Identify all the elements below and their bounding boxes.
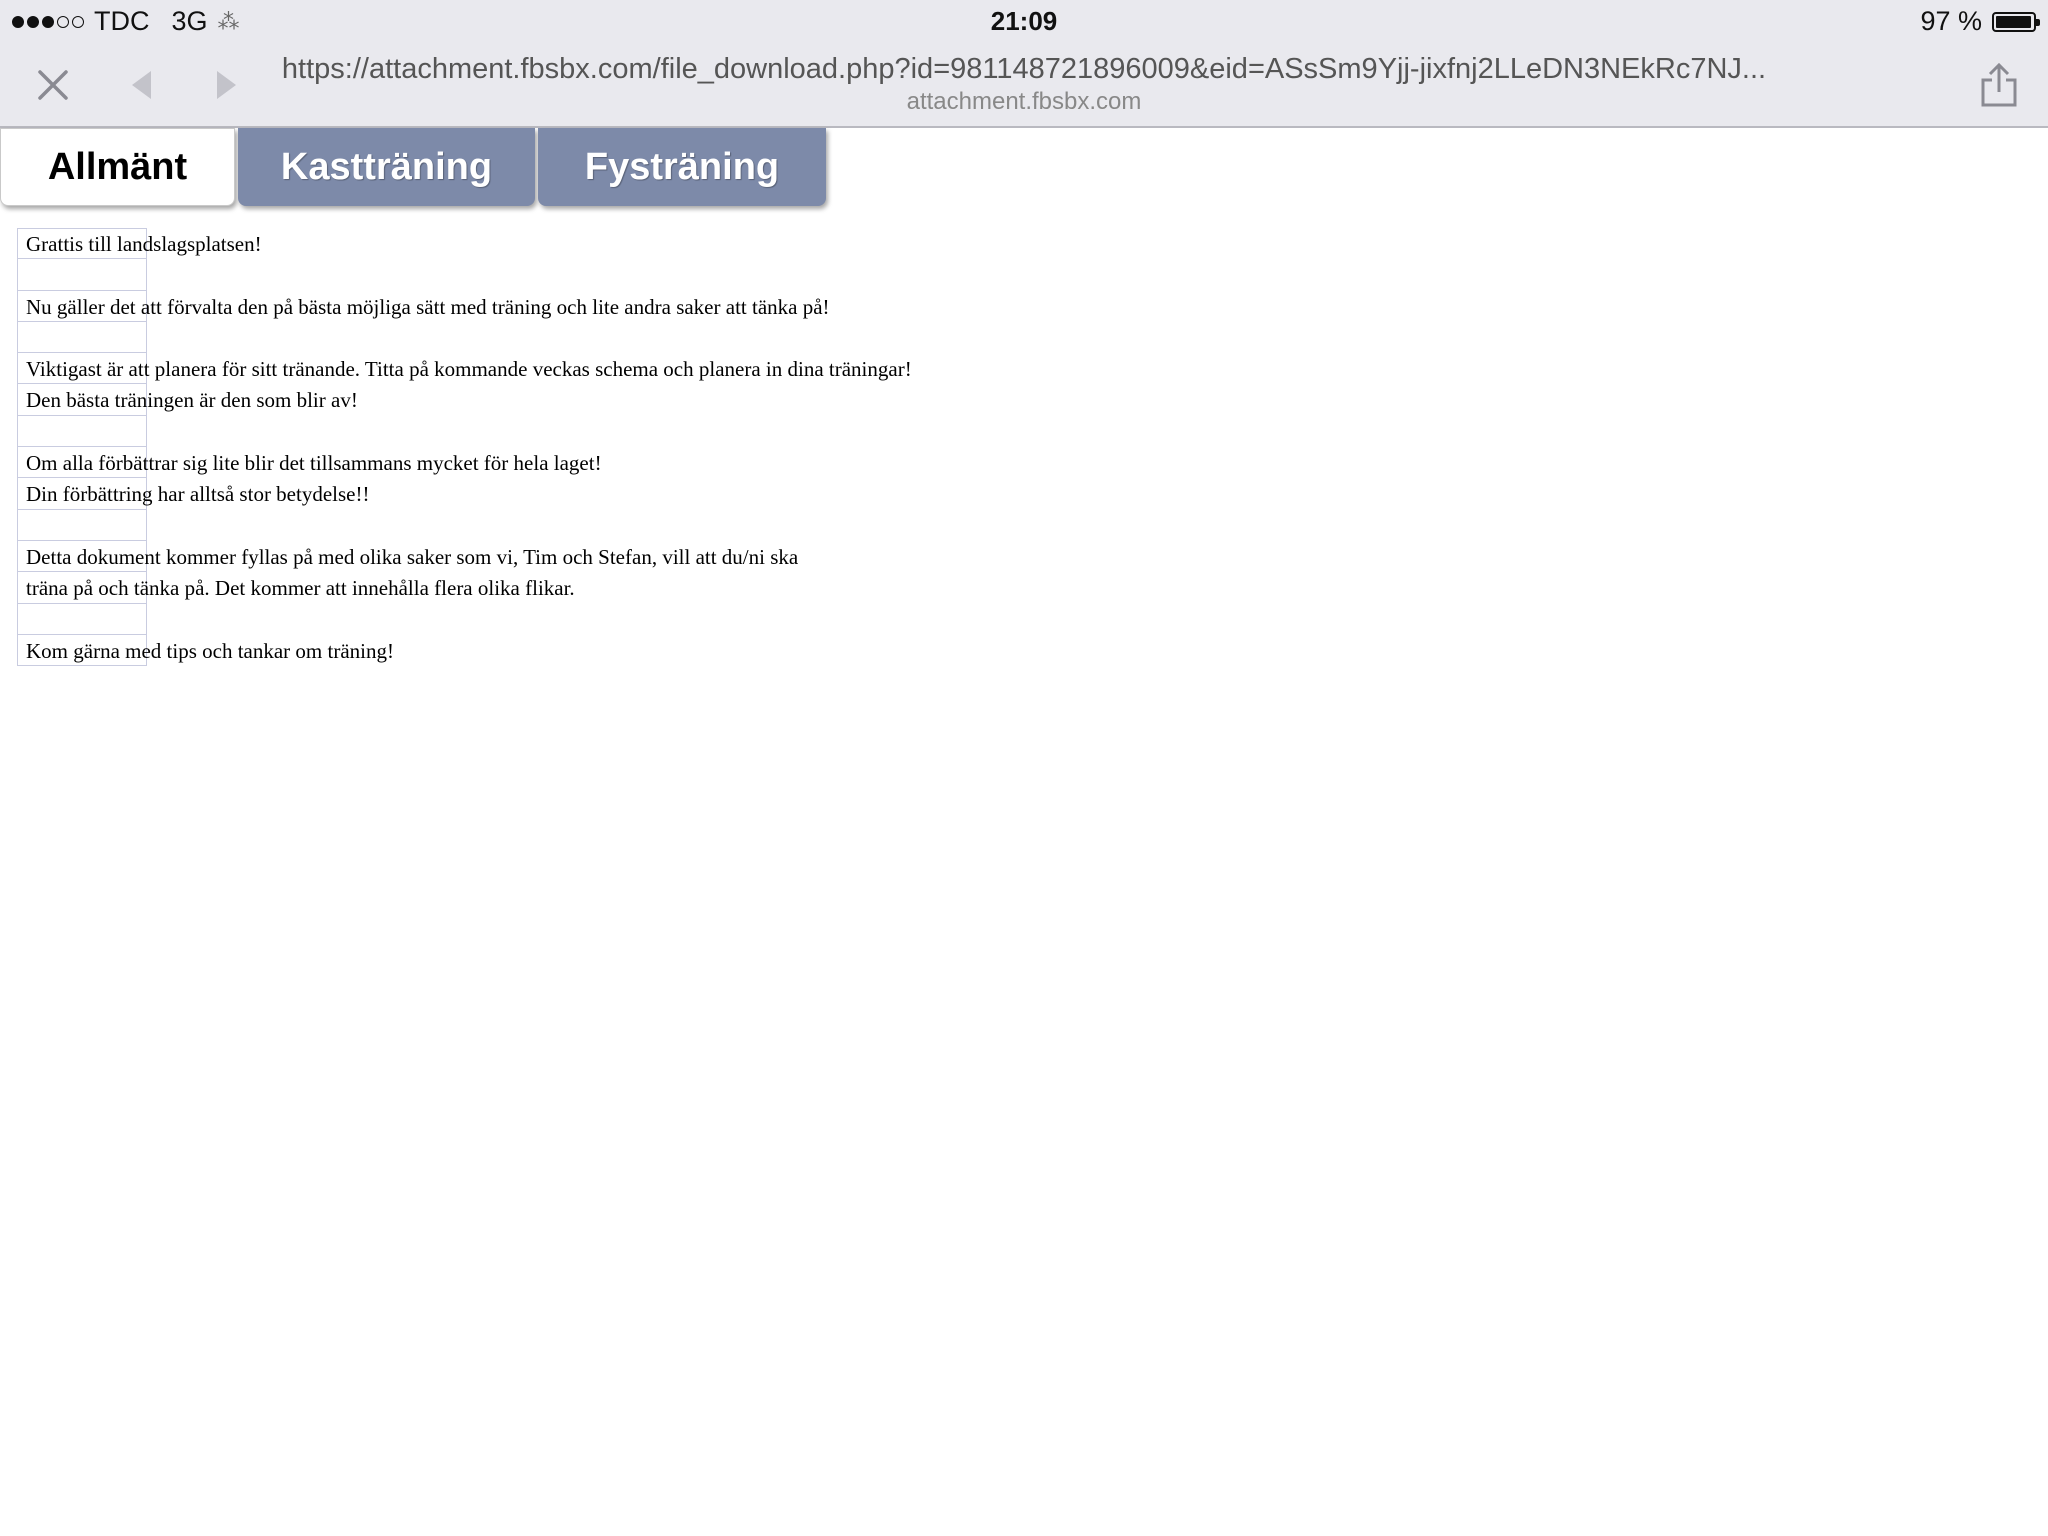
forward-button[interactable] — [202, 60, 252, 110]
sheet-cell[interactable] — [17, 321, 147, 354]
sheet-row: Nu gäller det att förvalta den på bästa … — [17, 290, 1117, 322]
cell-text: Viktigast är att planera för sitt tränan… — [26, 357, 912, 382]
battery-percentage: 97 % — [1920, 6, 1982, 36]
sheet-row — [17, 259, 1117, 291]
tab-fystraning[interactable]: Fysträning — [538, 128, 826, 206]
share-icon — [1981, 62, 2017, 107]
url-text: https://attachment.fbsbx.com/file_downlo… — [281, 53, 1767, 85]
url-host: attachment.fbsbx.com — [906, 88, 1142, 115]
cell-text: Kom gärna med tips och tankar om träning… — [26, 638, 394, 663]
status-right: 97 % — [1920, 6, 2040, 37]
status-bar: TDC 3G ⁂ 21:09 97 % — [0, 0, 2048, 42]
tab-kasttraning[interactable]: Kastträning — [238, 128, 535, 206]
sheet-row — [17, 415, 1117, 448]
cell-text: Detta dokument kommer fyllas på med olik… — [26, 544, 799, 569]
sheet-row: Viktigast är att planera för sitt tränan… — [17, 353, 1117, 385]
tab-allmant[interactable]: Allmänt — [0, 128, 235, 206]
close-icon — [38, 70, 68, 100]
status-time: 21:09 — [990, 6, 1058, 36]
cell-text: träna på och tänka på. Det kommer att in… — [26, 576, 575, 601]
battery-icon — [1992, 11, 2040, 32]
back-button[interactable] — [116, 60, 166, 110]
sheet-row: Din förbättring har alltså stor betydels… — [17, 478, 1117, 510]
browser-nav-bar: https://attachment.fbsbx.com/file_downlo… — [0, 42, 2048, 128]
sheet-row: Om alla förbättrar sig lite blir det til… — [17, 447, 1117, 479]
sheet-row: Den bästa träningen är den som blir av! — [17, 384, 1117, 416]
sheet-row: Detta dokument kommer fyllas på med olik… — [17, 540, 1117, 573]
share-button[interactable] — [1974, 60, 2024, 110]
battery-fill — [1996, 15, 2031, 28]
cell-text: Den bästa träningen är den som blir av! — [26, 388, 358, 413]
back-icon — [132, 71, 151, 99]
address-bar[interactable]: https://attachment.fbsbx.com/file_downlo… — [270, 50, 1778, 116]
sheet-row — [17, 603, 1117, 635]
sheet-tabs: Allmänt Kastträning Fysträning — [0, 128, 829, 208]
sheet-cell[interactable] — [17, 509, 147, 541]
cell-text: Din förbättring har alltså stor betydels… — [26, 482, 370, 507]
sheet-row: träna på och tänka på. Det kommer att in… — [17, 572, 1117, 604]
sheet-cell[interactable] — [17, 603, 147, 635]
spreadsheet-content: Grattis till landslagsplatsen! Nu gäller … — [17, 228, 1117, 667]
sheet-cell[interactable] — [17, 259, 147, 291]
sheet-row: Grattis till landslagsplatsen! — [17, 228, 1117, 260]
cell-text: Grattis till landslagsplatsen! — [26, 232, 262, 256]
close-button[interactable] — [28, 60, 78, 110]
sheet-row — [17, 321, 1117, 354]
cell-text: Om alla förbättrar sig lite blir det til… — [26, 451, 602, 476]
forward-icon — [217, 71, 236, 99]
sheet-row — [17, 509, 1117, 541]
sheet-cell[interactable] — [17, 415, 147, 448]
cell-text: Nu gäller det att förvalta den på bästa … — [26, 294, 830, 319]
sheet-row: Kom gärna med tips och tankar om träning… — [17, 634, 1117, 667]
